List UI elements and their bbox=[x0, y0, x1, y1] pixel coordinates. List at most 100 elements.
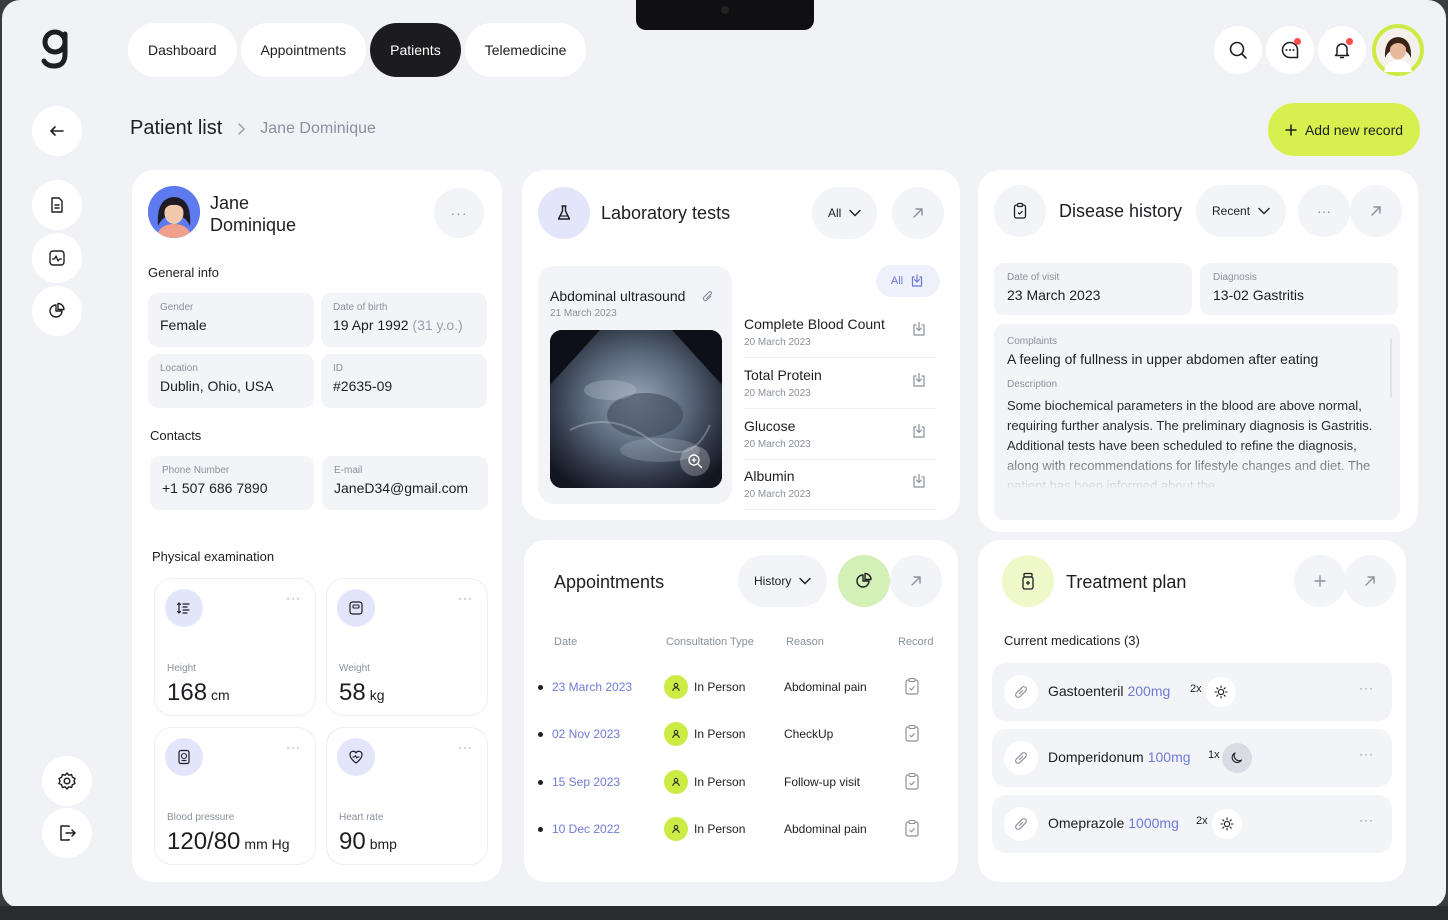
download-icon[interactable] bbox=[910, 472, 928, 490]
general-info-heading: General info bbox=[148, 265, 219, 280]
lab-test-row[interactable]: Total Protein 20 March 2023 bbox=[744, 359, 936, 409]
notifications-button[interactable] bbox=[1318, 26, 1366, 74]
clipboard-icon[interactable] bbox=[904, 677, 920, 695]
metric-label: Height bbox=[167, 663, 196, 674]
more-dots-icon[interactable]: ··· bbox=[1359, 747, 1374, 761]
more-dots-icon[interactable]: ··· bbox=[1359, 681, 1374, 695]
patient-more-button[interactable]: ··· bbox=[434, 188, 484, 238]
more-dots-icon[interactable]: ··· bbox=[1359, 813, 1374, 827]
sidebar-documents[interactable] bbox=[32, 180, 82, 230]
more-dots-icon: ··· bbox=[1317, 203, 1331, 219]
sidebar-analytics[interactable] bbox=[32, 286, 82, 336]
lab-test-name: Glucose bbox=[744, 418, 796, 434]
metric-height[interactable]: ··· Height 168 cm bbox=[154, 578, 316, 716]
add-new-record-button[interactable]: Add new record bbox=[1268, 103, 1420, 156]
clipboard-icon[interactable] bbox=[904, 772, 920, 790]
nav-tab-appointments[interactable]: Appointments bbox=[240, 23, 367, 77]
notifications-indicator bbox=[1346, 38, 1353, 45]
add-medication-button[interactable] bbox=[1294, 555, 1346, 607]
email-field[interactable]: E-mail JaneD34@gmail.com bbox=[322, 456, 488, 510]
scale-icon bbox=[337, 589, 375, 627]
metric-value: 90 bmp bbox=[339, 828, 397, 856]
moon-icon bbox=[1222, 743, 1252, 773]
user-avatar[interactable] bbox=[1372, 24, 1424, 76]
visit-label: Date of visit bbox=[1007, 272, 1060, 283]
appointment-date: 15 Sep 2023 bbox=[552, 775, 621, 789]
download-icon[interactable] bbox=[910, 422, 928, 440]
treatment-plan-title: Treatment plan bbox=[1066, 572, 1187, 592]
settings-button[interactable] bbox=[42, 756, 92, 806]
patient-avatar-image bbox=[148, 186, 200, 238]
camera-notch bbox=[636, 0, 814, 30]
lab-test-row[interactable]: Albumin 20 March 2023 bbox=[744, 460, 936, 510]
breadcrumb-current: Jane Dominique bbox=[260, 119, 376, 137]
search-button[interactable] bbox=[1214, 26, 1262, 74]
metric-heart-rate[interactable]: ··· Heart rate 90 bmp bbox=[326, 727, 488, 865]
appointment-row[interactable]: 15 Sep 2023 In Person Follow-up visit bbox=[538, 768, 942, 798]
column-header-type: Consultation Type bbox=[666, 636, 754, 648]
patient-name: Jane Dominique bbox=[210, 193, 297, 235]
download-icon[interactable] bbox=[910, 371, 928, 389]
disease-more-button[interactable]: ··· bbox=[1298, 185, 1350, 237]
pill-icon bbox=[1004, 741, 1038, 775]
lab-test-row[interactable]: Glucose 20 March 2023 bbox=[744, 410, 936, 460]
medication-row[interactable]: Domperidonum 100mg 1x ··· bbox=[992, 729, 1392, 787]
appointments-chart-button[interactable] bbox=[838, 555, 890, 607]
phone-field[interactable]: Phone Number +1 507 686 7890 bbox=[150, 456, 314, 510]
medication-row[interactable]: Gastoenteril 200mg 2x ··· bbox=[992, 663, 1392, 721]
messages-button[interactable] bbox=[1266, 26, 1314, 74]
sidebar-vitals[interactable] bbox=[32, 233, 82, 283]
metric-blood-pressure[interactable]: ··· Blood pressure 120/80 mm Hg bbox=[154, 727, 316, 865]
physical-exam-heading: Physical examination bbox=[152, 549, 275, 564]
email-label: E-mail bbox=[334, 465, 363, 476]
medication-dose: 1000mg bbox=[1128, 815, 1179, 831]
logout-button[interactable] bbox=[42, 808, 92, 858]
labs-filter-label: All bbox=[828, 206, 842, 220]
laboratory-tests-card: Laboratory tests All Abdominal ultrasoun… bbox=[522, 170, 960, 520]
labs-expand-button[interactable] bbox=[892, 187, 944, 239]
appointment-row[interactable]: 02 Nov 2023 In Person CheckUp bbox=[538, 720, 942, 750]
more-dots-icon[interactable]: ··· bbox=[458, 591, 473, 605]
disease-filter-dropdown[interactable]: Recent bbox=[1196, 185, 1287, 237]
download-icon[interactable] bbox=[910, 320, 928, 338]
appointment-reason: CheckUp bbox=[784, 727, 834, 741]
dob-label: Date of birth bbox=[333, 302, 388, 313]
appointment-row[interactable]: 10 Dec 2022 In Person Abdominal pain bbox=[538, 815, 942, 845]
nav-tab-dashboard[interactable]: Dashboard bbox=[128, 23, 237, 77]
breadcrumb-patient-list[interactable]: Patient list bbox=[130, 117, 222, 140]
labs-filter-dropdown[interactable]: All bbox=[812, 187, 878, 239]
more-dots-icon[interactable]: ··· bbox=[286, 740, 301, 754]
disease-expand-button[interactable] bbox=[1350, 185, 1402, 237]
metric-unit: cm bbox=[211, 687, 230, 703]
more-dots-icon[interactable]: ··· bbox=[286, 591, 301, 605]
clipboard-icon[interactable] bbox=[904, 819, 920, 837]
appointment-row[interactable]: 23 March 2023 In Person Abdominal pain bbox=[538, 673, 942, 703]
arrow-up-right-icon bbox=[913, 208, 923, 218]
appointment-reason: Follow-up visit bbox=[784, 775, 861, 789]
download-all-label: All bbox=[890, 275, 904, 287]
complaints-description-panel[interactable]: Complaints A feeling of fullness in uppe… bbox=[994, 324, 1400, 520]
top-nav: Dashboard Appointments Patients Telemedi… bbox=[128, 23, 587, 77]
disease-history-title: Disease history bbox=[1059, 201, 1183, 221]
zoom-button[interactable] bbox=[680, 446, 710, 476]
appointment-date: 10 Dec 2022 bbox=[552, 822, 621, 836]
metric-value: 120/80 mm Hg bbox=[167, 828, 290, 856]
top-actions bbox=[1214, 24, 1424, 76]
nav-tab-telemedicine[interactable]: Telemedicine bbox=[464, 23, 587, 77]
medication-row[interactable]: Omeprazole 1000mg 2x ··· bbox=[992, 795, 1392, 853]
back-button[interactable] bbox=[32, 106, 82, 156]
download-all-chip[interactable]: All bbox=[876, 265, 940, 297]
height-icon bbox=[165, 589, 203, 627]
metric-weight[interactable]: ··· Weight 58 kg bbox=[326, 578, 488, 716]
appointments-expand-button[interactable] bbox=[890, 555, 942, 607]
lab-test-row[interactable]: Complete Blood Count 20 March 2023 bbox=[744, 308, 936, 358]
appointments-filter-dropdown[interactable]: History bbox=[738, 555, 828, 607]
app-logo-icon[interactable] bbox=[40, 28, 72, 70]
more-dots-icon[interactable]: ··· bbox=[458, 740, 473, 754]
featured-test-card[interactable]: Abdominal ultrasound 21 March 2023 bbox=[538, 266, 732, 504]
nav-tab-patients[interactable]: Patients bbox=[370, 23, 461, 77]
treatment-expand-button[interactable] bbox=[1344, 555, 1396, 607]
clipboard-icon[interactable] bbox=[904, 724, 920, 742]
scrollbar[interactable] bbox=[1390, 338, 1392, 398]
medication-frequency: 2x bbox=[1190, 683, 1202, 695]
